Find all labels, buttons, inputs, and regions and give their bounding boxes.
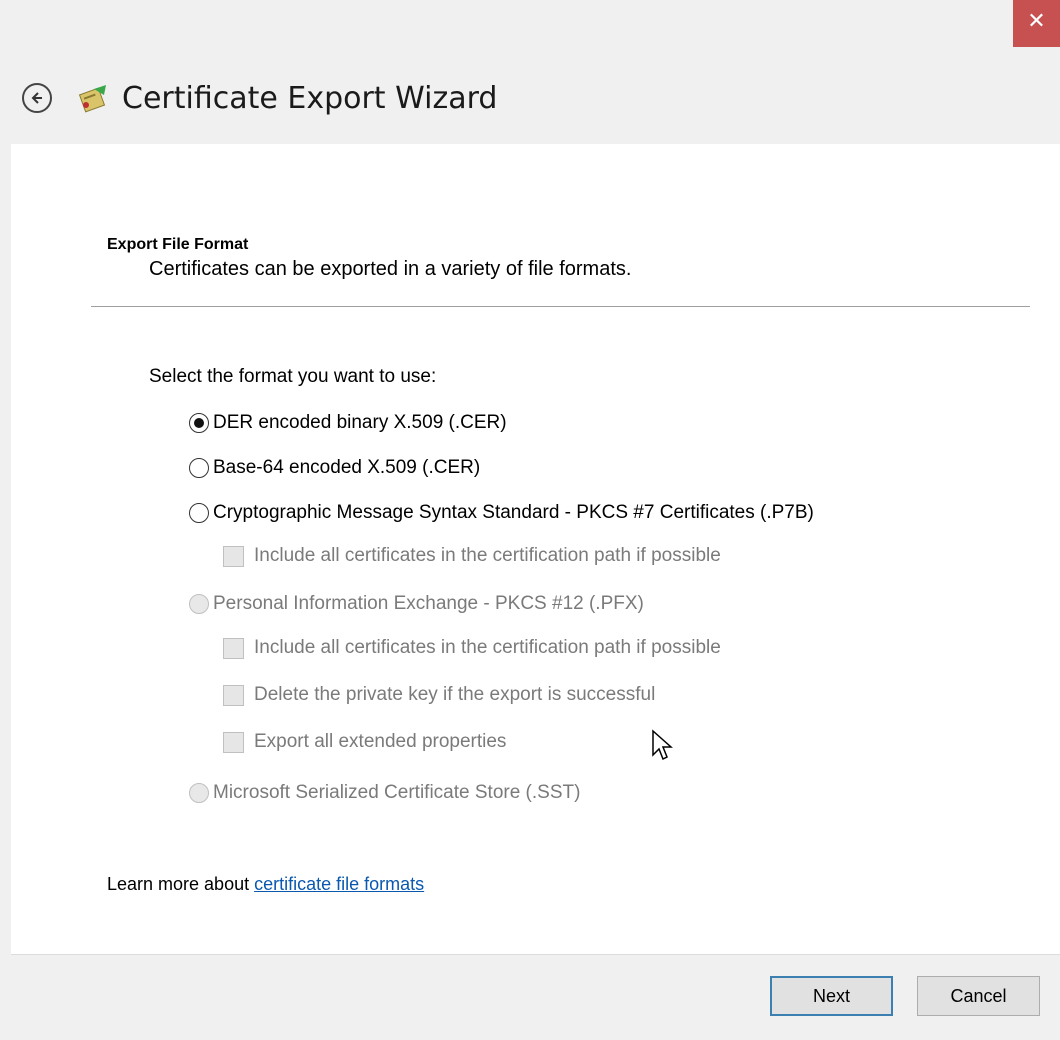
checkbox xyxy=(223,637,244,659)
checkbox xyxy=(223,731,244,753)
radio-label: Cryptographic Message Syntax Standard - … xyxy=(213,502,814,523)
radio-label: Microsoft Serialized Certificate Store (… xyxy=(213,782,581,803)
radio-option-base64[interactable]: Base-64 encoded X.509 (.CER) xyxy=(189,457,480,479)
radio-button[interactable] xyxy=(189,413,209,433)
close-button[interactable]: ✕ xyxy=(1013,0,1060,47)
checkbox-pfx-include-path: Include all certificates in the certific… xyxy=(223,637,721,659)
learn-more-text: Learn more about certificate file format… xyxy=(107,874,424,895)
radio-button xyxy=(189,594,209,614)
wizard-footer xyxy=(11,954,1060,1040)
wizard-title: Certificate Export Wizard xyxy=(122,80,498,116)
back-button[interactable] xyxy=(22,83,52,113)
section-title: Export File Format xyxy=(107,236,249,253)
back-arrow-icon xyxy=(31,92,42,104)
radio-selected-dot xyxy=(194,418,204,428)
checkbox-label: Include all certificates in the certific… xyxy=(254,637,721,658)
next-button[interactable]: Next xyxy=(770,976,893,1016)
radio-label: Base-64 encoded X.509 (.CER) xyxy=(213,457,481,478)
radio-button[interactable] xyxy=(189,458,209,478)
checkbox-export-extended-properties: Export all extended properties xyxy=(223,731,506,753)
section-subtitle: Certificates can be exported in a variet… xyxy=(149,258,632,280)
close-icon: ✕ xyxy=(1027,9,1046,34)
checkbox-label: Delete the private key if the export is … xyxy=(254,684,656,705)
wizard-content: Export File Format Certificates can be e… xyxy=(11,144,1060,954)
radio-label: DER encoded binary X.509 (.CER) xyxy=(213,412,507,433)
checkbox-pkcs7-include-path[interactable]: Include all certificates in the certific… xyxy=(223,545,721,567)
checkbox-delete-private-key: Delete the private key if the export is … xyxy=(223,684,655,706)
radio-option-sst: Microsoft Serialized Certificate Store (… xyxy=(189,782,580,804)
radio-button xyxy=(189,783,209,803)
cancel-button[interactable]: Cancel xyxy=(917,976,1040,1016)
mouse-cursor-icon xyxy=(652,729,673,761)
radio-option-pkcs7[interactable]: Cryptographic Message Syntax Standard - … xyxy=(189,502,814,524)
checkbox[interactable] xyxy=(223,545,244,567)
divider xyxy=(91,306,1030,307)
radio-button[interactable] xyxy=(189,503,209,523)
learn-more-link[interactable]: certificate file formats xyxy=(254,874,424,894)
checkbox-label: Export all extended properties xyxy=(254,731,507,752)
learn-more-prefix: Learn more about xyxy=(107,874,255,894)
checkbox xyxy=(223,684,244,706)
certificate-wizard-icon xyxy=(78,85,106,113)
radio-option-pkcs12: Personal Information Exchange - PKCS #12… xyxy=(189,593,644,615)
radio-option-der[interactable]: DER encoded binary X.509 (.CER) xyxy=(189,412,507,434)
checkbox-label: Include all certificates in the certific… xyxy=(254,545,721,566)
format-prompt: Select the format you want to use: xyxy=(149,366,437,387)
wizard-header: Certificate Export Wizard xyxy=(22,68,930,128)
radio-label: Personal Information Exchange - PKCS #12… xyxy=(213,593,644,614)
